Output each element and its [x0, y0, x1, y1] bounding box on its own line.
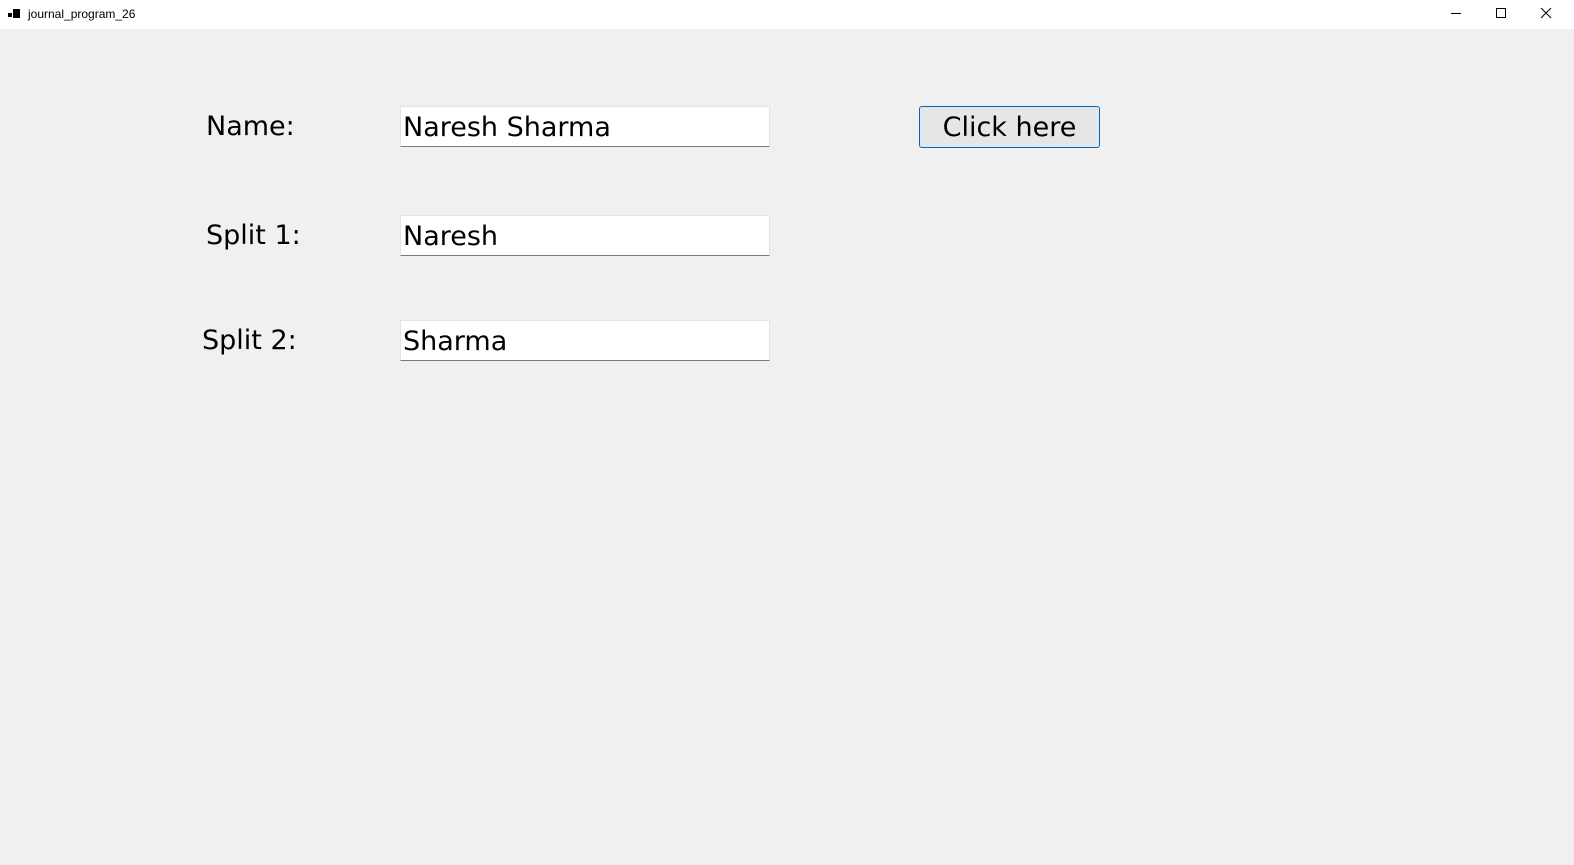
window-title: journal_program_26: [28, 7, 136, 21]
close-icon: [1540, 6, 1552, 24]
split2-label: Split 2:: [202, 325, 297, 356]
name-input[interactable]: Naresh Sharma: [400, 106, 770, 147]
maximize-icon: [1495, 6, 1507, 24]
split2-input[interactable]: Sharma: [400, 320, 770, 361]
minimize-button[interactable]: [1433, 0, 1479, 29]
minimize-icon: [1450, 6, 1462, 24]
close-button[interactable]: [1523, 0, 1569, 29]
app-icon: [8, 7, 20, 19]
title-bar[interactable]: journal_program_26: [0, 0, 1574, 29]
app-window: journal_program_26 Name: Naresh Sharma C…: [0, 0, 1574, 865]
maximize-button[interactable]: [1478, 0, 1524, 29]
split1-input[interactable]: Naresh: [400, 215, 770, 256]
split1-label: Split 1:: [206, 220, 301, 251]
name-label: Name:: [206, 111, 295, 142]
click-here-button[interactable]: Click here: [919, 106, 1100, 148]
